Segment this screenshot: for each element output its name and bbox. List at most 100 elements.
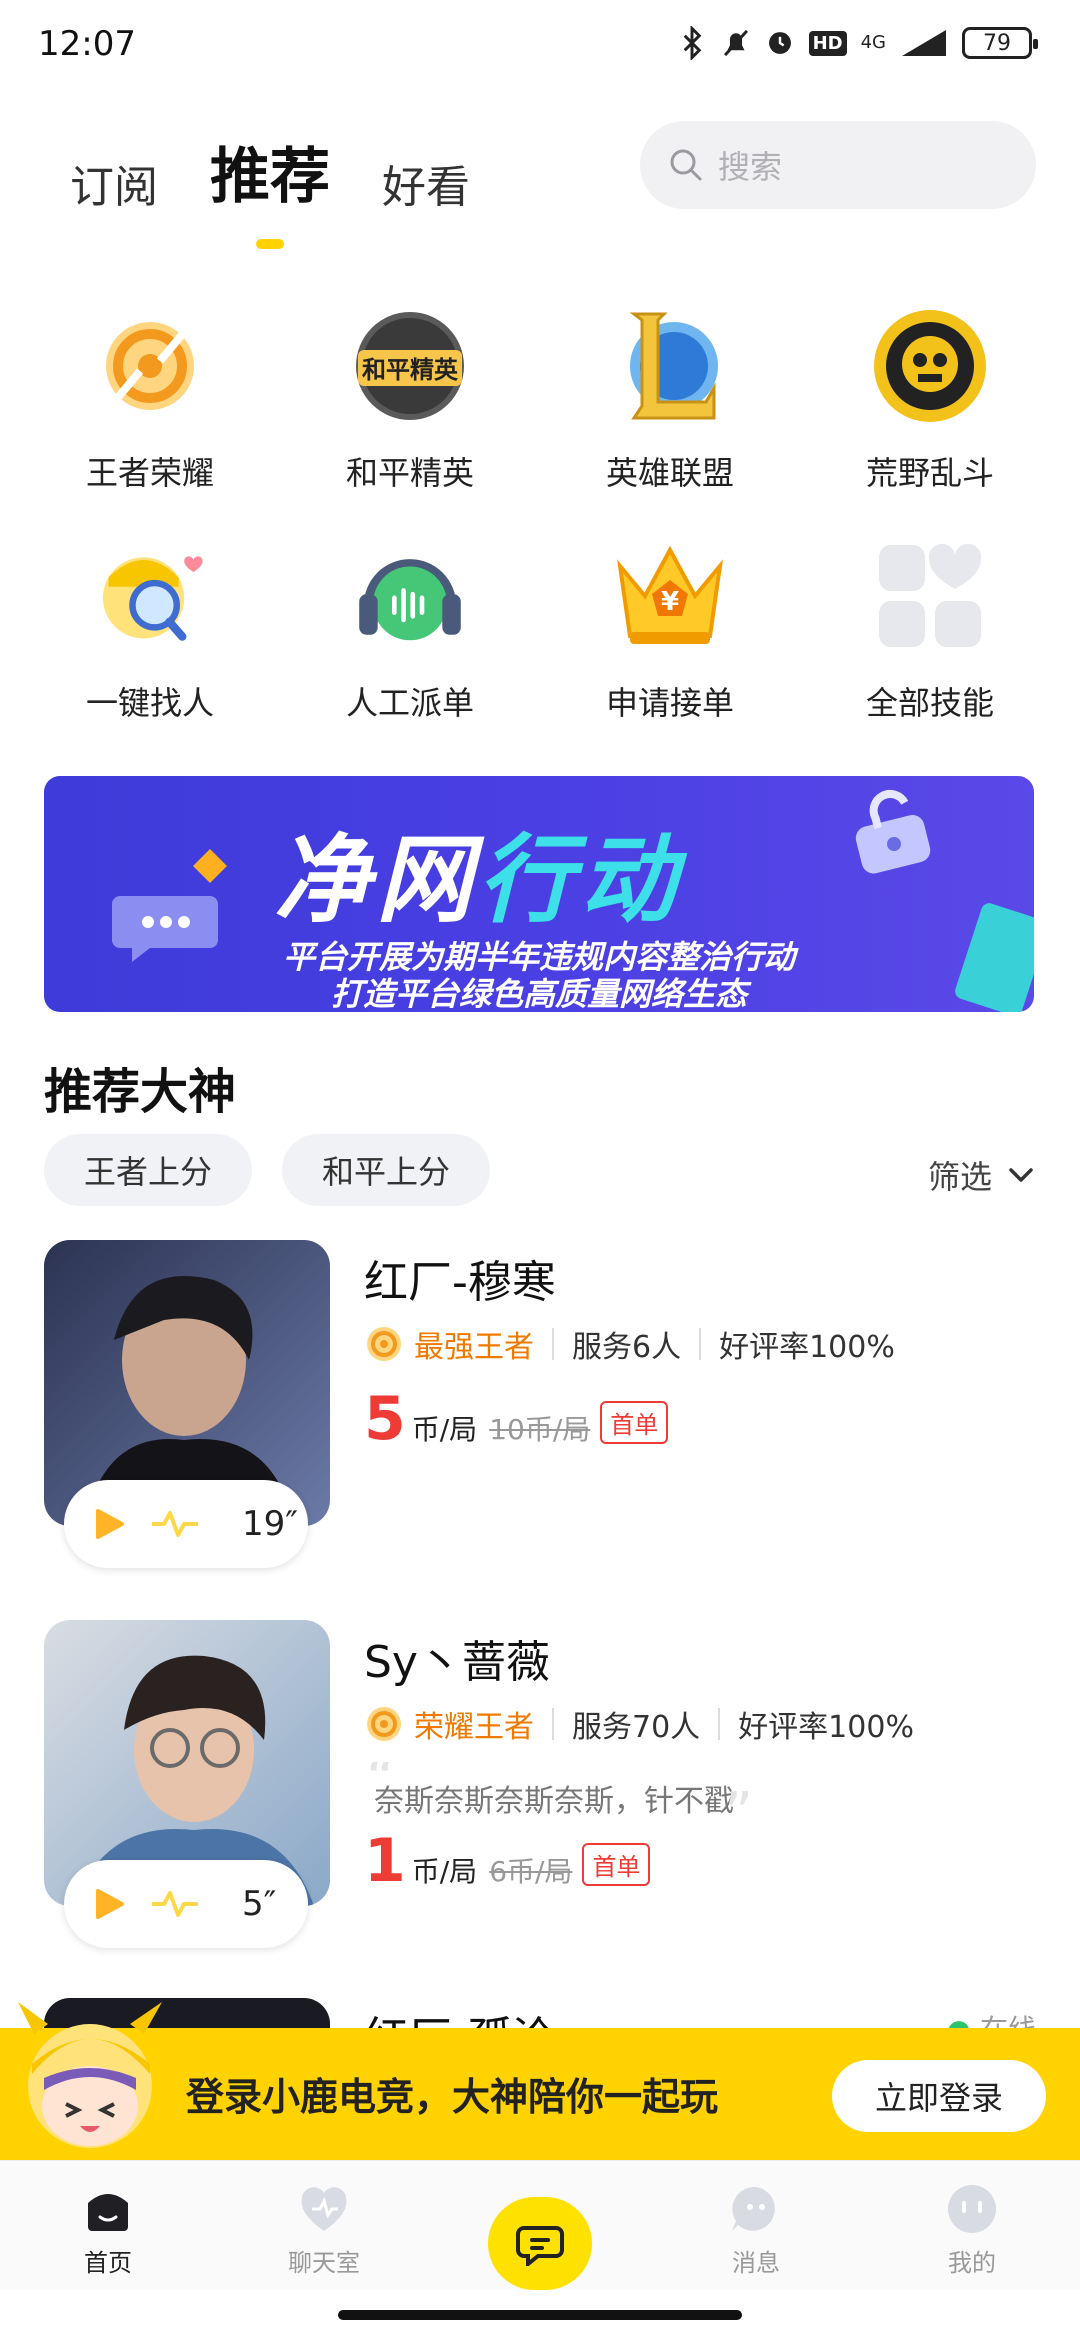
- search-placeholder: 搜索: [718, 148, 783, 186]
- voice-duration: 5″: [242, 1884, 277, 1924]
- nav-messages[interactable]: 消息: [648, 2161, 864, 2290]
- player-quote: “ 奈斯奈斯奈斯奈斯，针不戳 ”: [366, 1762, 753, 1820]
- price-value: 1: [364, 1826, 406, 1896]
- status-time: 12:07: [38, 24, 136, 64]
- grid-item-manual-dispatch[interactable]: 人工派单: [280, 536, 540, 724]
- grid-item-label: 全部技能: [865, 684, 994, 722]
- banner-decor-diamond-icon: [193, 849, 227, 883]
- nav-label: 我的: [948, 2249, 996, 2277]
- app-screen: 12:07 HD 4G 79 订阅 推荐 好看 搜索 王者荣耀 和平精英 和平精…: [0, 0, 1080, 2340]
- grid-item-label: 王者荣耀: [85, 454, 214, 492]
- player-meta: 荣耀王者 服务70人 好评率100%: [364, 1702, 914, 1746]
- tab-recommend[interactable]: 推荐: [210, 128, 330, 215]
- grid-item-label: 人工派单: [345, 684, 474, 722]
- center-chat-button[interactable]: [488, 2197, 592, 2290]
- login-prompt-text: 登录小鹿电竞，大神陪你一起玩: [186, 2075, 719, 2119]
- status-bar: 12:07 HD 4G 79: [0, 0, 1080, 90]
- crown-icon: ¥: [610, 536, 730, 656]
- mute-icon: [723, 29, 748, 57]
- rating: 好评率100%: [738, 1710, 914, 1745]
- peacekeeper-elite-icon: 和平精英: [350, 306, 470, 426]
- price-unit: 币/局: [411, 1413, 478, 1446]
- search-icon: [670, 149, 702, 181]
- player-rank: 最强王者: [414, 1330, 534, 1365]
- voice-intro-button[interactable]: 5″: [64, 1860, 308, 1948]
- price-unit: 币/局: [411, 1855, 478, 1888]
- filter-label: 筛选: [927, 1158, 992, 1196]
- quote-text: 奈斯奈斯奈斯奈斯，针不戳: [374, 1784, 734, 1819]
- player-meta: 最强王者 服务6人 好评率100%: [364, 1322, 895, 1366]
- divider: [552, 1328, 554, 1360]
- nav-chatroom[interactable]: 聊天室: [216, 2161, 432, 2290]
- quote-close-icon: ”: [724, 1784, 753, 1820]
- chip-peace-rank[interactable]: 和平上分: [282, 1134, 491, 1206]
- grid-item-honor-of-kings[interactable]: 王者荣耀: [20, 306, 280, 494]
- served-count: 服务70人: [572, 1710, 701, 1745]
- bottom-navigation: 首页 聊天室 消息 我的: [0, 2160, 1080, 2290]
- section-title: 推荐大神: [44, 1064, 237, 1120]
- nav-label: 消息: [732, 2249, 780, 2277]
- hd-badge: HD: [808, 30, 847, 56]
- search-bar[interactable]: 搜索: [640, 121, 1036, 209]
- all-skills-icon: [870, 536, 990, 656]
- chip-kings-rank[interactable]: 王者上分: [44, 1134, 253, 1206]
- player-card[interactable]: 5″ Sy丶蔷薇 荣耀王者 服务70人 好评率100% “ 奈斯奈斯奈斯奈斯，针…: [44, 1620, 1036, 1948]
- grid-item-label: 荒野乱斗: [865, 454, 994, 492]
- player-card[interactable]: 19″ 红厂-穆寒 最强王者 服务6人 好评率100% 5 币/局 10币/局 …: [44, 1240, 1036, 1568]
- nav-home[interactable]: 首页: [0, 2161, 216, 2290]
- svg-text:”: ”: [724, 1784, 753, 1820]
- alarm-icon: [768, 32, 791, 54]
- first-order-badge: 首单: [600, 1401, 669, 1444]
- price: 1 币/局 6币/局 首单: [364, 1826, 651, 1896]
- waveform-icon: [152, 1511, 198, 1537]
- divider: [699, 1328, 702, 1360]
- tab-good-looking[interactable]: 好看: [382, 151, 470, 215]
- player-name: 红厂-穆寒: [364, 1257, 556, 1308]
- first-order-badge: 首单: [582, 1843, 651, 1886]
- tab-subscribe[interactable]: 订阅: [70, 151, 158, 215]
- grid-item-brawl-stars[interactable]: 荒野乱斗: [800, 306, 1060, 494]
- home-icon: [88, 2194, 128, 2231]
- profile-icon: [948, 2185, 996, 2233]
- peacekeeper-elite-logo-text: 和平精英: [362, 356, 459, 384]
- grid-item-label: 和平精英: [345, 454, 474, 492]
- divider: [718, 1708, 721, 1740]
- nav-label: 聊天室: [288, 2249, 360, 2277]
- grid-item-peacekeeper-elite[interactable]: 和平精英 和平精英: [280, 306, 540, 494]
- promo-banner[interactable]: 净网行动 平台开展为期半年违规内容整治行动 打造平台绿色高质量网络生态: [44, 776, 1034, 1012]
- nav-me[interactable]: 我的: [864, 2161, 1080, 2290]
- grid-item-label: 一键找人: [85, 684, 214, 722]
- rank-icon: [367, 1327, 401, 1361]
- message-icon: [732, 2186, 775, 2231]
- skill-grid: 王者荣耀 和平精英 和平精英 英雄联盟 荒野乱斗 一键找人 人工派单 ¥ 申请接…: [20, 306, 1060, 724]
- banner-title: 净网行动: [274, 802, 682, 941]
- yuan-symbol: ¥: [661, 587, 679, 617]
- chevron-down-icon: [1009, 1168, 1033, 1182]
- player-rank: 荣耀王者: [414, 1710, 534, 1745]
- chat-bubble-icon: [516, 2225, 564, 2266]
- home-indicator[interactable]: [338, 2310, 742, 2320]
- signal-icon: [902, 30, 946, 56]
- login-button[interactable]: 立即登录: [832, 2060, 1046, 2132]
- nav-center-action[interactable]: [432, 2161, 648, 2290]
- voice-intro-button[interactable]: 19″: [64, 1480, 308, 1568]
- banner-line-2: 打造平台绿色高质量网络生态: [330, 975, 747, 1012]
- price-value: 5: [364, 1384, 406, 1454]
- rating: 好评率100%: [719, 1330, 895, 1365]
- grid-item-all-skills[interactable]: 全部技能: [800, 536, 1060, 724]
- grid-item-one-click-find[interactable]: 一键找人: [20, 536, 280, 724]
- battery-indicator: 79: [962, 27, 1038, 59]
- price: 5 币/局 10币/局 首单: [364, 1384, 669, 1454]
- grid-item-apply-order[interactable]: ¥ 申请接单: [540, 536, 800, 724]
- league-of-legends-icon: [610, 306, 730, 426]
- filter-chips: 王者上分 和平上分: [44, 1134, 491, 1206]
- top-tabs: 订阅 推荐 好看: [70, 128, 470, 215]
- grid-item-label: 英雄联盟: [605, 454, 734, 492]
- filter-dropdown[interactable]: 筛选: [928, 1152, 1034, 1198]
- voice-duration: 19″: [242, 1504, 298, 1544]
- waveform-icon: [152, 1891, 198, 1917]
- player-name: Sy丶蔷薇: [364, 1637, 550, 1688]
- grid-item-league-of-legends[interactable]: 英雄联盟: [540, 306, 800, 494]
- served-count: 服务6人: [572, 1330, 682, 1365]
- banner-decor-lock-icon: [855, 790, 931, 874]
